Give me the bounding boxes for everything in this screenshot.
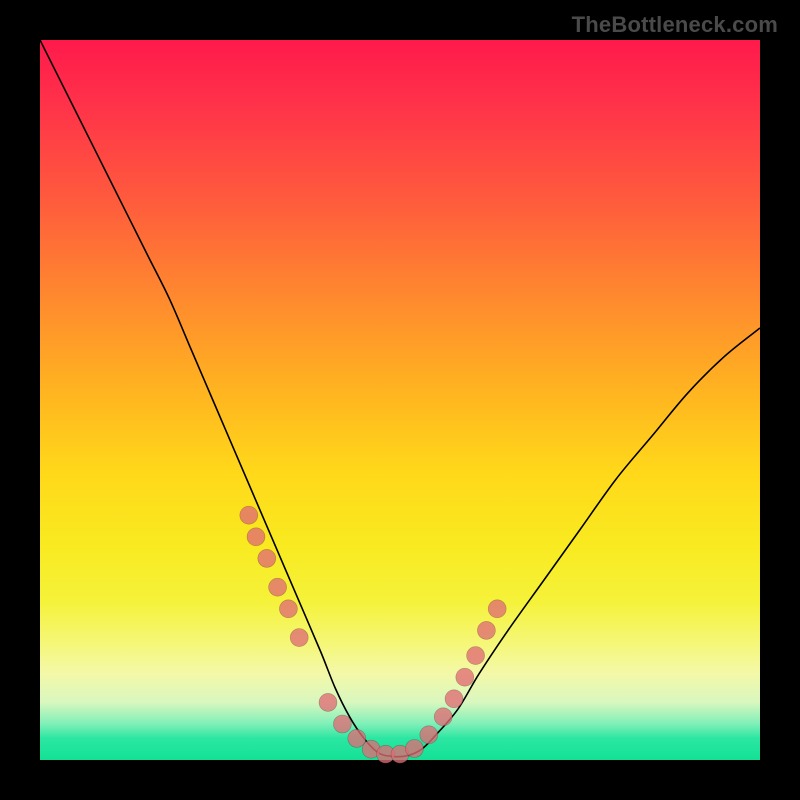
curve-marker xyxy=(240,506,258,524)
curve-marker xyxy=(405,740,423,758)
curve-marker xyxy=(488,600,506,618)
curve-marker xyxy=(477,621,495,639)
curve-marker xyxy=(279,600,297,618)
curve-marker xyxy=(434,708,452,726)
curve-marker xyxy=(290,629,308,647)
curve-marker xyxy=(258,549,276,567)
bottleneck-curve xyxy=(40,40,760,757)
chart-frame: TheBottleneck.com xyxy=(0,0,800,800)
curve-marker xyxy=(445,690,463,708)
marker-group xyxy=(240,506,506,763)
curve-marker xyxy=(333,715,351,733)
watermark-text: TheBottleneck.com xyxy=(572,12,778,38)
chart-svg xyxy=(40,40,760,760)
curve-marker xyxy=(467,647,485,665)
curve-marker xyxy=(247,528,265,546)
curve-marker xyxy=(420,726,438,744)
curve-marker xyxy=(269,578,287,596)
curve-marker xyxy=(456,668,474,686)
plot-area xyxy=(40,40,760,760)
curve-marker xyxy=(319,693,337,711)
